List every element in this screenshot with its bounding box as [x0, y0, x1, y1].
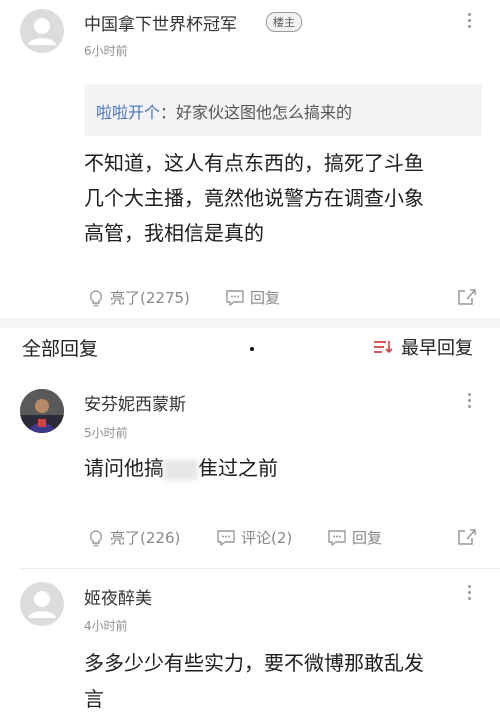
post-body-line: 不知道，这人有点东西的，搞死了斗鱼	[84, 151, 424, 175]
sort-label: 最早回复	[401, 338, 473, 359]
chat-bubble-icon	[328, 529, 346, 546]
reply-label: 回复	[250, 289, 281, 307]
comment-author-name[interactable]: 安芬妮西蒙斯	[84, 390, 186, 415]
chat-bubble-icon	[226, 289, 244, 306]
reply-button[interactable]: 回复	[326, 527, 382, 548]
lightbulb-icon	[89, 289, 103, 306]
post-time: 6小时前	[84, 44, 128, 58]
comment-body: 多多少少有些实力，要不微博那敢乱发 言	[84, 645, 424, 717]
comment-body: 请问他搞 隹过之前	[84, 451, 278, 486]
like-button[interactable]: 亮了(226)	[86, 527, 180, 548]
more-icon[interactable]	[465, 13, 473, 33]
more-icon[interactable]	[465, 393, 473, 413]
person-icon	[28, 591, 56, 618]
chat-bubble-icon	[217, 529, 235, 546]
like-button[interactable]: 亮了(2275)	[86, 287, 190, 308]
quoted-author[interactable]: 啦啦开个	[96, 103, 160, 122]
like-count: 亮了(226)	[110, 529, 181, 547]
avatar[interactable]	[20, 389, 64, 433]
comment-count: 评论(2)	[241, 529, 293, 547]
all-replies-title: 全部回复	[22, 338, 99, 360]
comment-author-name[interactable]: 姬夜醉美	[84, 584, 152, 609]
share-icon[interactable]	[456, 527, 478, 551]
sort-button[interactable]: 最早回复	[373, 334, 473, 360]
comment-body-line: 言	[84, 687, 104, 711]
avatar[interactable]	[20, 9, 64, 53]
quote-separator: ：	[160, 103, 177, 122]
comment-time: 4小时前	[84, 619, 128, 633]
avatar[interactable]	[20, 582, 64, 626]
section-divider	[0, 318, 500, 328]
reply-button[interactable]: 回复	[224, 287, 280, 308]
reply-label: 回复	[352, 529, 383, 547]
post-body: 不知道，这人有点东西的，搞死了斗鱼 几个大主播，竟然他说警方在调查小象 高管，我…	[84, 146, 424, 251]
post-body-line: 高管，我相信是真的	[84, 221, 264, 245]
user-photo	[20, 389, 64, 433]
comment-text-part: 请问他搞	[84, 456, 164, 480]
comment-button[interactable]: 评论(2)	[215, 527, 292, 548]
more-icon[interactable]	[465, 585, 473, 605]
censored-mark	[164, 459, 198, 480]
comment-time: 5小时前	[84, 426, 128, 440]
post-author-name[interactable]: 中国拿下世界杯冠军	[84, 10, 237, 35]
comment-body-line: 多多少少有些实力，要不微博那敢乱发	[84, 651, 424, 675]
person-icon	[28, 18, 56, 45]
lightbulb-icon	[89, 529, 103, 546]
comment-text-part: 隹过之前	[198, 456, 278, 480]
like-count: 亮了(2275)	[110, 289, 190, 307]
post-body-line: 几个大主播，竟然他说警方在调查小象	[84, 186, 424, 210]
row-divider	[20, 568, 500, 569]
share-icon[interactable]	[456, 287, 478, 311]
op-badge: 楼主	[266, 12, 302, 32]
sort-icon	[374, 341, 393, 354]
dot-mark	[250, 347, 254, 351]
quoted-reply-text: 啦啦开个：好家伙这图他怎么搞来的	[96, 99, 352, 123]
quoted-content: 好家伙这图他怎么搞来的	[176, 103, 353, 122]
